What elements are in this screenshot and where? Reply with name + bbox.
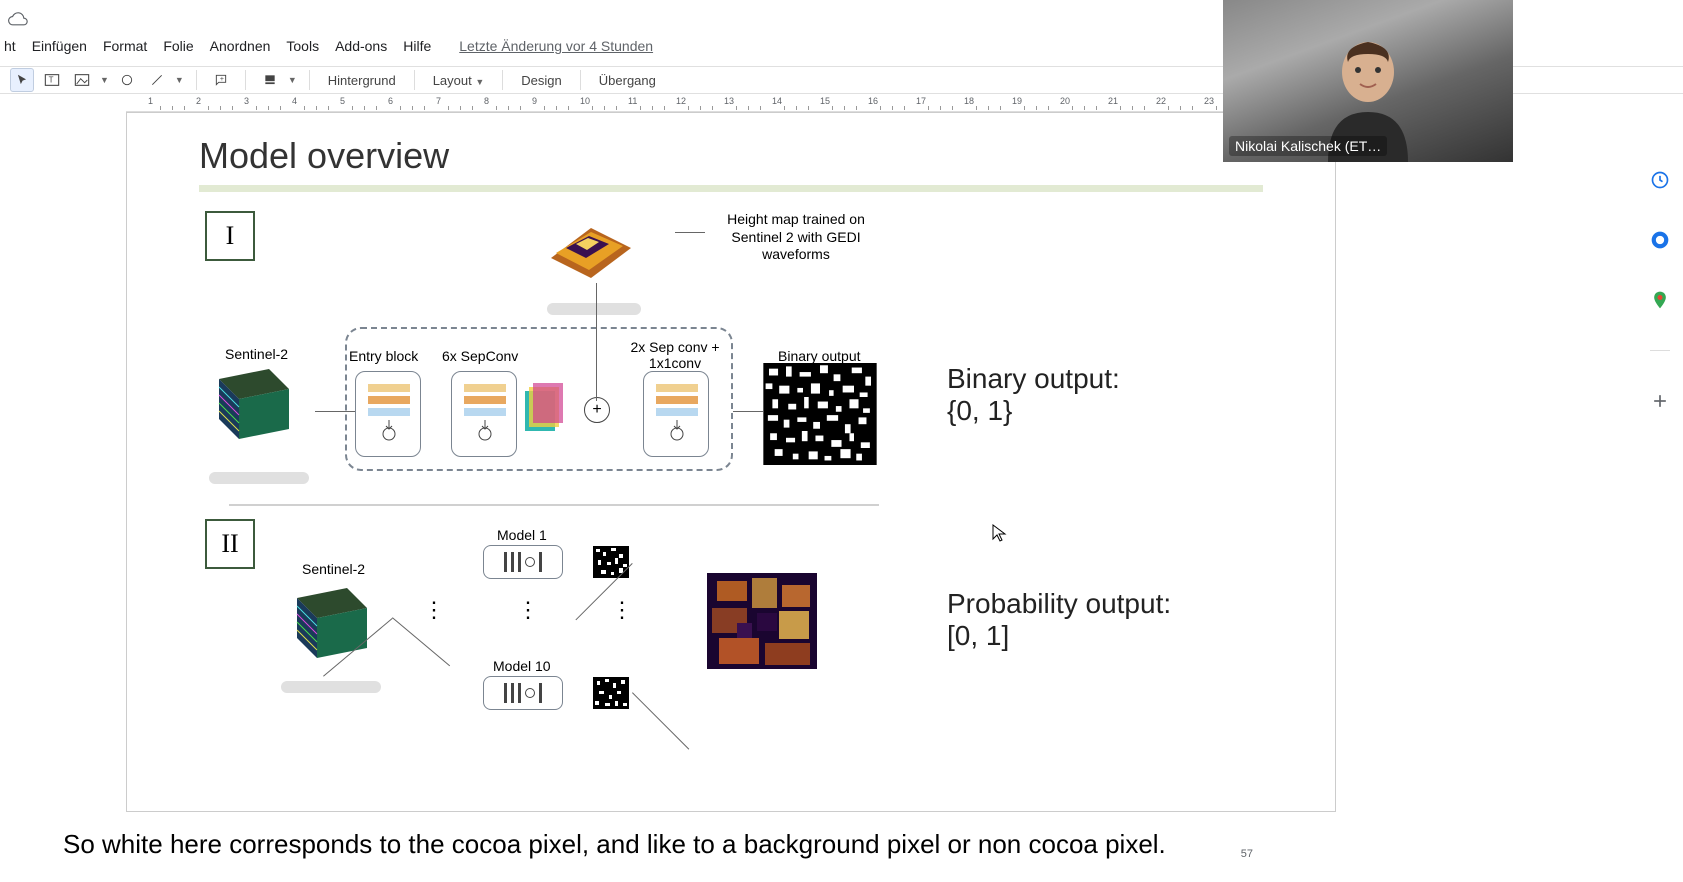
probability-output-text: Probability output:[0, 1] <box>947 588 1171 652</box>
probability-output-image <box>707 573 817 669</box>
model10-label: Model 10 <box>493 658 551 674</box>
ellipsis-vertical: ⋮ <box>517 603 539 616</box>
menu-item[interactable]: Anordnen <box>210 38 271 54</box>
presenter-name: Nikolai Kalischek (ET… <box>1229 136 1387 156</box>
design-button[interactable]: Design <box>515 73 567 88</box>
keep-icon[interactable] <box>1650 230 1670 250</box>
arrow-line <box>733 411 763 412</box>
section-one-box: I <box>205 211 255 261</box>
small-binary-image <box>593 546 629 578</box>
sepconv-block-card <box>451 371 517 457</box>
slide-title: Model overview <box>199 135 449 177</box>
plus-icon[interactable] <box>1650 391 1670 411</box>
feature-map-image <box>521 383 565 443</box>
placeholder-bar <box>281 681 381 693</box>
arrow-line <box>596 283 597 401</box>
transition-button[interactable]: Übergang <box>593 73 662 88</box>
svg-text:+: + <box>220 76 224 83</box>
menu-item[interactable]: Einfügen <box>32 38 87 54</box>
calendar-icon[interactable] <box>1650 170 1670 190</box>
connector-line <box>392 617 450 666</box>
menu-item[interactable]: Format <box>103 38 147 54</box>
svg-text:T: T <box>49 76 54 85</box>
line-tool[interactable] <box>145 68 169 92</box>
shape-tool[interactable] <box>115 68 139 92</box>
binary-output-image <box>763 363 877 465</box>
small-binary-image <box>593 677 629 709</box>
sepconv2-block-card <box>643 371 709 457</box>
sentinel-cube-image <box>199 359 309 455</box>
last-edit-link[interactable]: Letzte Änderung vor 4 Stunden <box>459 38 653 54</box>
binary-output-text: Binary output:{0, 1} <box>947 363 1120 427</box>
menu-item[interactable]: Tools <box>286 38 319 54</box>
dropdown-caret[interactable]: ▼ <box>175 75 184 85</box>
background-button[interactable]: Hintergrund <box>322 73 402 88</box>
webcam-overlay: Nikolai Kalischek (ET… <box>1223 0 1513 162</box>
ellipsis-vertical: ⋮ <box>423 603 445 616</box>
select-tool[interactable] <box>10 68 34 92</box>
section-two-box: II <box>205 519 255 569</box>
layout-button[interactable]: Layout ▼ <box>427 73 491 88</box>
entry-block-card <box>355 371 421 457</box>
model1-label: Model 1 <box>497 527 547 543</box>
video-caption: So white here corresponds to the cocoa p… <box>55 825 1174 864</box>
image-tool[interactable] <box>70 68 94 92</box>
add-operation: + <box>584 397 610 423</box>
menu-item[interactable]: Add-ons <box>335 38 387 54</box>
textbox-tool[interactable]: T <box>40 68 64 92</box>
section-divider <box>229 504 879 506</box>
model-box <box>483 545 563 579</box>
binary-output-label: Binary output <box>778 348 861 364</box>
placeholder-bar <box>209 472 309 484</box>
dropdown-caret[interactable]: ▼ <box>288 75 297 85</box>
ellipsis-vertical: ⋮ <box>611 603 633 616</box>
title-underline <box>199 185 1263 192</box>
heightmap-caption: Height map trained on Sentinel 2 with GE… <box>707 211 885 264</box>
cloud-save-icon[interactable] <box>8 12 28 31</box>
heightmap-image <box>531 208 651 290</box>
slide-canvas[interactable]: Model overview I II Height map trained o… <box>126 112 1336 812</box>
arrow-line <box>675 232 705 233</box>
comment-tool[interactable]: + <box>209 68 233 92</box>
mouse-cursor-icon <box>991 523 1007 543</box>
sentinel-cube-image <box>277 578 387 674</box>
connector-line <box>632 692 689 749</box>
maps-icon[interactable] <box>1650 290 1670 310</box>
menu-item[interactable]: ht <box>4 38 16 54</box>
sentinel2-label: Sentinel-2 <box>302 561 365 577</box>
menu-item[interactable]: Hilfe <box>403 38 431 54</box>
dropdown-caret[interactable]: ▼ <box>100 75 109 85</box>
menu-bar: ht Einfügen Format Folie Anordnen Tools … <box>0 38 653 54</box>
placeholder-bar <box>547 303 641 315</box>
arrow-line <box>315 411 355 412</box>
menu-item[interactable]: Folie <box>163 38 193 54</box>
slide-number: 57 <box>1241 848 1253 860</box>
model-box <box>483 676 563 710</box>
fill-tool[interactable] <box>258 68 282 92</box>
side-panel <box>1642 170 1678 411</box>
